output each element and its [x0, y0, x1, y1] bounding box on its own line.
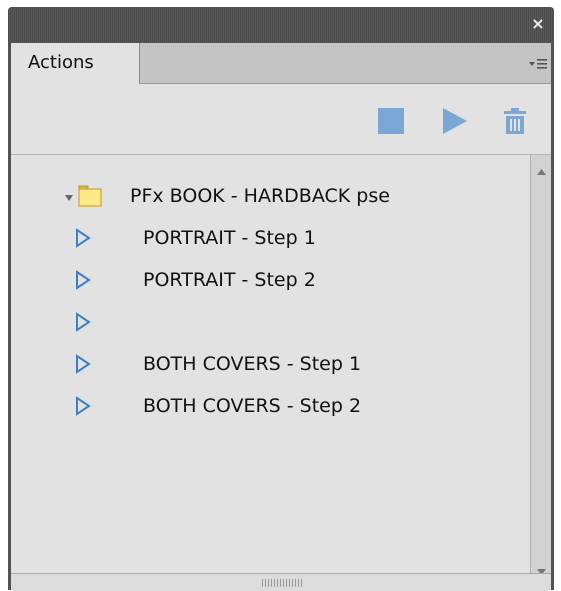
action-item-label: PORTRAIT - Step 1 [143, 227, 316, 249]
close-icon[interactable]: × [531, 16, 545, 32]
actions-panel: × Actions PFx BOOK - HARDBACK pse PORTRA… [8, 7, 554, 591]
panel-bottom-bar [11, 573, 551, 591]
action-item[interactable] [11, 303, 530, 345]
vertical-scrollbar[interactable] [530, 155, 551, 575]
action-item[interactable]: BOTH COVERS - Step 1 [11, 345, 530, 387]
play-icon[interactable] [441, 107, 469, 135]
collapsed-action-icon[interactable] [75, 270, 91, 290]
action-item[interactable]: BOTH COVERS - Step 2 [11, 387, 530, 429]
panel-title-bar[interactable]: × [8, 7, 554, 43]
action-set-row[interactable]: PFx BOOK - HARDBACK pse [11, 177, 530, 219]
action-item-label: PORTRAIT - Step 2 [143, 269, 316, 291]
action-item-label: BOTH COVERS - Step 1 [143, 353, 362, 375]
tab-bar: Actions [11, 43, 551, 84]
action-item-label: BOTH COVERS - Step 2 [143, 395, 362, 417]
collapsed-action-icon[interactable] [75, 312, 91, 332]
panel-menu-icon[interactable] [529, 56, 547, 70]
resize-grip[interactable] [262, 579, 302, 587]
collapsed-action-icon[interactable] [75, 354, 91, 374]
scroll-down-icon[interactable] [537, 560, 546, 575]
tab-actions-label: Actions [28, 52, 94, 73]
tab-actions[interactable]: Actions [11, 43, 140, 84]
folder-icon [78, 185, 102, 207]
trash-icon[interactable] [501, 107, 529, 135]
actions-toolbar [11, 84, 551, 155]
stop-icon[interactable] [377, 107, 405, 135]
scroll-up-icon[interactable] [537, 161, 546, 175]
collapsed-action-icon[interactable] [75, 396, 91, 416]
action-item[interactable]: PORTRAIT - Step 2 [11, 261, 530, 303]
disclosure-triangle-icon[interactable] [64, 188, 74, 201]
actions-list: PFx BOOK - HARDBACK pse PORTRAIT - Step … [11, 155, 530, 573]
action-set-label: PFx BOOK - HARDBACK pse [130, 185, 390, 207]
action-item[interactable]: PORTRAIT - Step 1 [11, 219, 530, 261]
collapsed-action-icon[interactable] [75, 228, 91, 248]
